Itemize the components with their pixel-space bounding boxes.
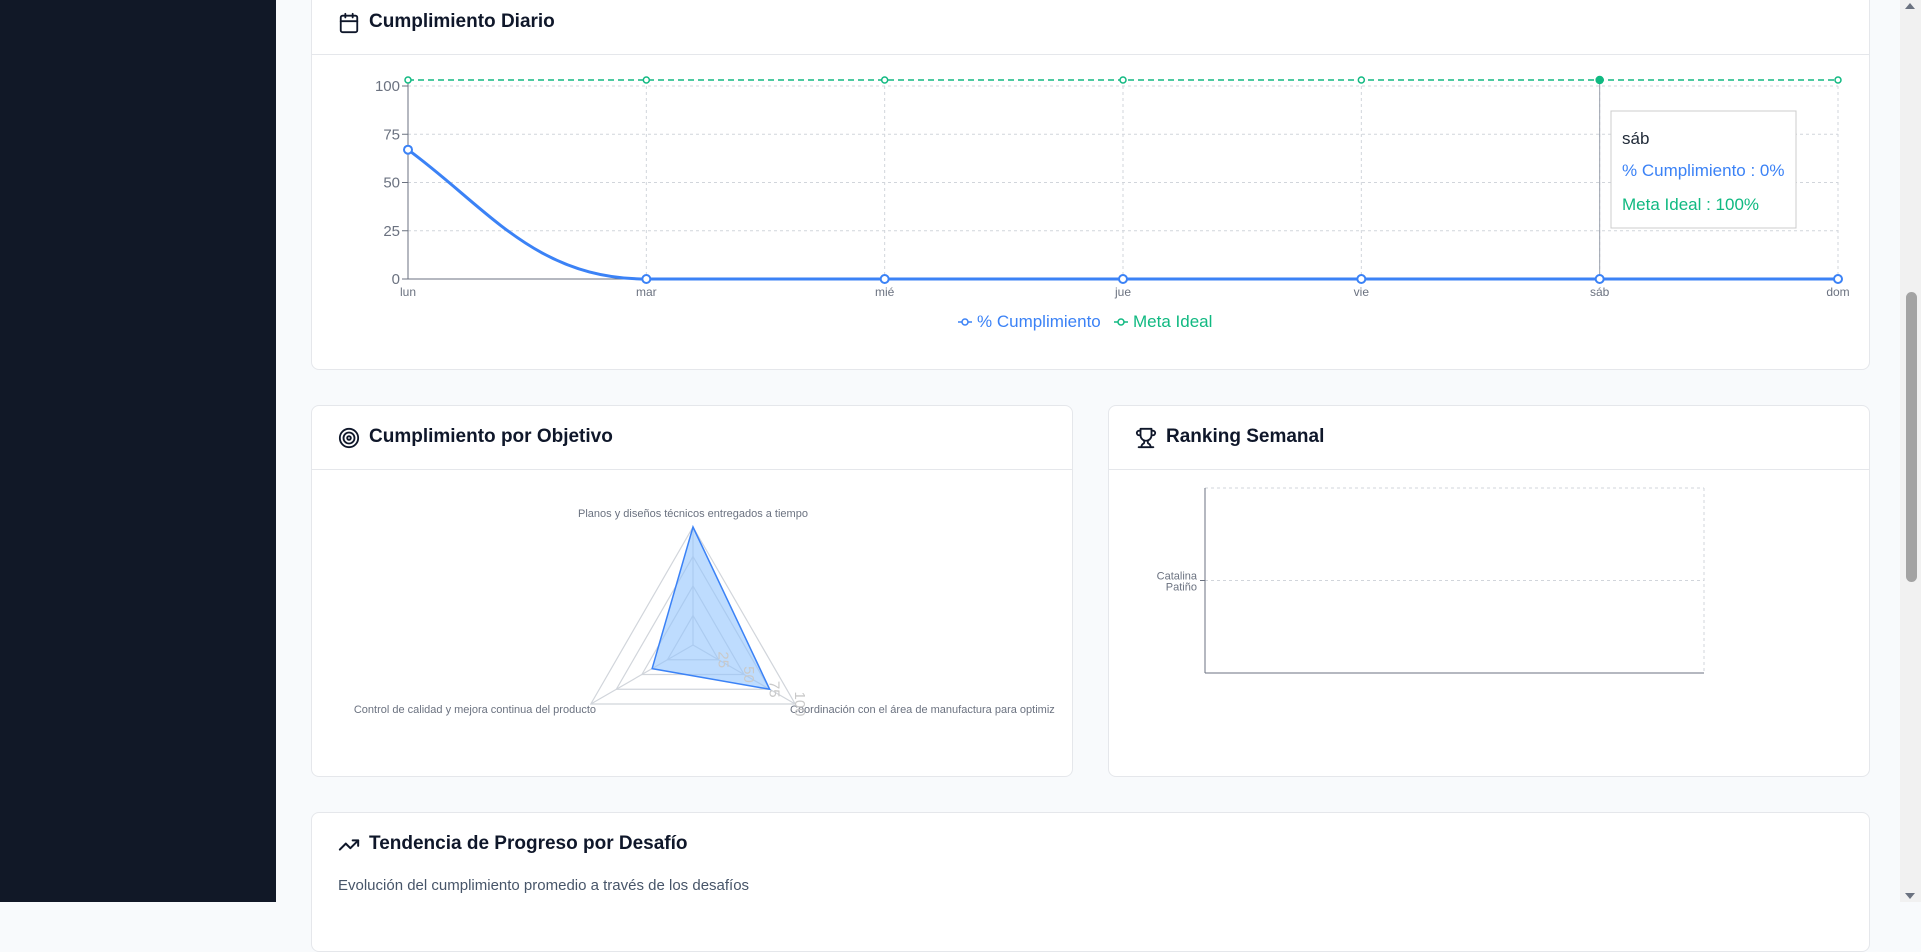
weekly-ranking-title: Ranking Semanal	[1166, 426, 1325, 447]
objective-radar-chart[interactable]: Planos y diseños técnicos entregados a t…	[312, 470, 1073, 777]
radar-radial-tick-label: 75	[766, 681, 783, 698]
weekly-ranking-header: Ranking Semanal	[1109, 406, 1869, 470]
daily-compliance-chart[interactable]: 0 25 50 75 100 lun mar mié jue vie sáb dom % Cumpli…	[312, 55, 1870, 370]
legend-item-meta-ideal[interactable]: Meta Ideal	[1114, 312, 1212, 331]
tooltip-title: sáb	[1622, 129, 1649, 148]
target-icon	[338, 427, 360, 449]
data-point-cumplimiento[interactable]	[1356, 274, 1367, 284]
objective-compliance-card: Cumplimiento por Objetivo Planos y diseñ…	[311, 405, 1073, 777]
tooltip-ideal: Meta Ideal : 100%	[1622, 195, 1759, 214]
data-point-meta-ideal[interactable]	[1357, 76, 1366, 84]
radar-axis-label: Planos y diseños técnicos entregados a t…	[578, 508, 808, 520]
objective-compliance-title: Cumplimiento por Objetivo	[369, 426, 613, 447]
data-point-cumplimiento[interactable]	[403, 144, 413, 155]
tooltip-compliance: % Cumplimiento : 0%	[1622, 161, 1785, 180]
data-point-cumplimiento[interactable]	[1118, 274, 1128, 284]
radar-axis-label: Coordinación con el área de manufactura …	[790, 704, 1055, 716]
data-point-meta-ideal[interactable]	[880, 76, 889, 84]
x-tick-label: dom	[1826, 285, 1849, 299]
data-point-meta-ideal[interactable]	[1119, 76, 1127, 84]
progress-trend-header: Tendencia de Progreso por Desafío	[312, 813, 1869, 877]
chart-tooltip: sáb % Cumplimiento : 0% Meta Ideal : 100…	[1610, 110, 1797, 229]
data-point-cumplimiento[interactable]	[641, 274, 652, 284]
x-tick-label: mié	[875, 285, 895, 299]
x-tick-label: sáb	[1590, 285, 1610, 299]
radar-radial-tick-label: 100	[791, 691, 808, 716]
weekly-ranking-chart[interactable]: Catalina Patiño	[1109, 470, 1870, 777]
legend-marker-point	[961, 318, 969, 326]
scrollbar[interactable]	[1900, 0, 1921, 902]
progress-trend-card: Tendencia de Progreso por Desafío Evoluc…	[311, 812, 1870, 952]
legend-item-cumplimiento[interactable]: % Cumplimiento	[958, 312, 1101, 331]
data-point-meta-ideal[interactable]	[1595, 75, 1604, 85]
calendar-icon	[339, 12, 359, 34]
daily-compliance-card: Cumplimiento Diario 0 25 50 75 100 lun mar mié j…	[311, 0, 1870, 370]
weekly-ranking-card: Ranking Semanal Catalina Patiño	[1108, 405, 1870, 777]
y-tick-label: 0	[392, 271, 400, 288]
data-point-meta-ideal[interactable]	[1834, 76, 1842, 84]
x-tick-label: jue	[1114, 285, 1131, 299]
objective-compliance-header: Cumplimiento por Objetivo	[312, 406, 1072, 470]
scroll-up-arrow-icon[interactable]	[1905, 3, 1915, 9]
ranking-name-label: Catalina Patiño	[1157, 571, 1198, 594]
y-tick-label: 75	[383, 126, 400, 143]
legend-marker-point	[1117, 318, 1125, 326]
y-tick-label: 25	[383, 223, 400, 240]
radar-area-shape[interactable]	[651, 524, 771, 691]
legend-label: Meta Ideal	[1133, 312, 1212, 331]
trophy-icon	[1135, 427, 1157, 449]
radar-radial-tick-label: 25	[715, 651, 732, 668]
x-tick-label: lun	[400, 285, 416, 299]
data-point-cumplimiento[interactable]	[1833, 274, 1843, 284]
daily-compliance-header: Cumplimiento Diario	[312, 0, 1869, 55]
data-point-cumplimiento[interactable]	[879, 274, 890, 284]
scroll-down-arrow-icon[interactable]	[1905, 893, 1915, 899]
y-tick-label: 50	[383, 175, 400, 192]
scrollbar-thumb[interactable]	[1906, 292, 1917, 582]
data-point-meta-ideal[interactable]	[642, 76, 651, 84]
progress-trend-title: Tendencia de Progreso por Desafío	[369, 833, 688, 854]
y-tick-label: 100	[375, 78, 400, 95]
x-tick-label: vie	[1354, 285, 1370, 299]
daily-compliance-title: Cumplimiento Diario	[369, 11, 555, 32]
legend-label: % Cumplimiento	[977, 312, 1101, 331]
progress-trend-subtitle: Evolución del cumplimiento promedio a tr…	[338, 877, 750, 894]
data-point-cumplimiento[interactable]	[1594, 274, 1605, 284]
data-point-meta-ideal[interactable]	[404, 76, 412, 84]
radar-axis-label: Control de calidad y mejora continua del…	[354, 704, 596, 716]
radar-radial-tick-label: 50	[740, 666, 757, 683]
sidebar	[0, 0, 276, 902]
x-tick-label: mar	[636, 285, 657, 299]
trending-up-icon	[338, 839, 360, 851]
